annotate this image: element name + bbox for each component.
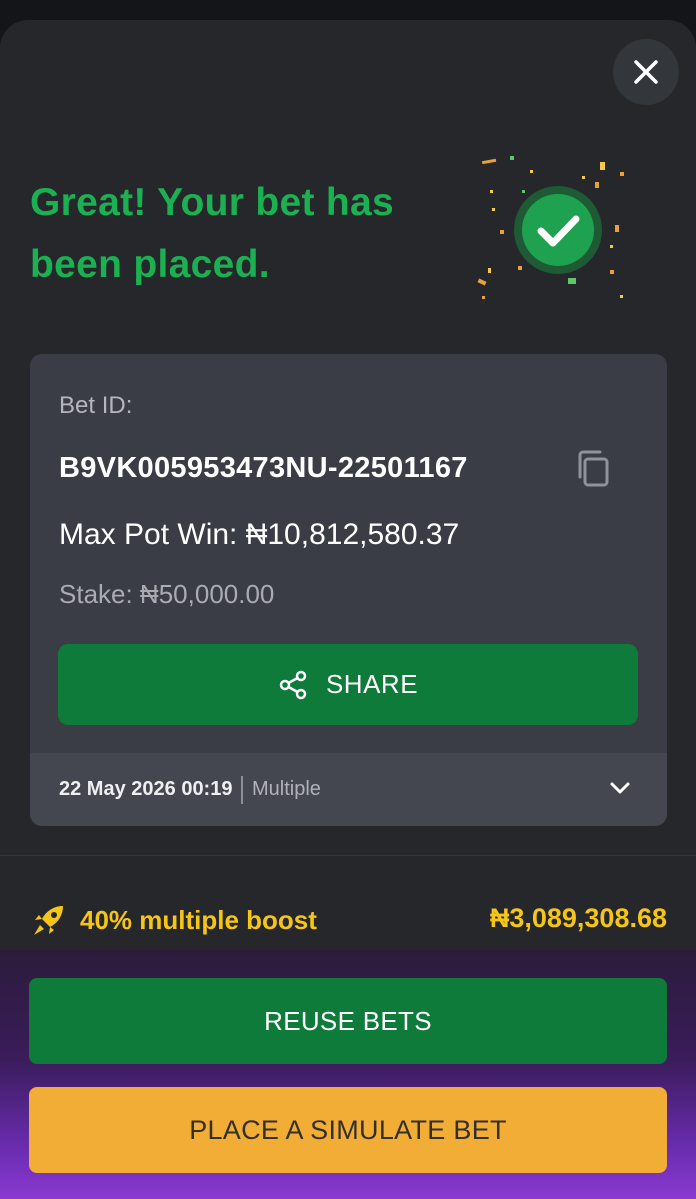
close-button[interactable] — [613, 39, 679, 105]
place-simulate-bet-button[interactable]: PLACE A SIMULATE BET — [29, 1087, 667, 1173]
share-label: SHARE — [325, 669, 419, 699]
stake-amount: Stake: ₦50,000.00 — [59, 579, 275, 609]
success-headline: Great! Your bet has been placed. — [30, 181, 395, 286]
share-button[interactable]: SHARE — [58, 644, 638, 725]
reuse-bets-label: REUSE BETS — [264, 1005, 432, 1036]
boost-label: 40% multiple boost — [80, 904, 317, 935]
boost-value: ₦3,089,308.68 — [489, 903, 667, 933]
rocket-icon — [34, 906, 63, 935]
chevron-down-icon[interactable] — [609, 777, 631, 799]
copy-icon[interactable] — [573, 447, 615, 489]
share-icon — [279, 670, 307, 699]
bet-id-value: B9VK005953473NU-22501167 — [59, 452, 468, 484]
place-simulate-bet-label: PLACE A SIMULATE BET — [189, 1114, 507, 1145]
meta-divider — [241, 775, 243, 804]
bet-meta-row[interactable]: 22 May 2026 00:19 Multiple — [30, 753, 667, 826]
max-pot-win: Max Pot Win: ₦10,812,580.37 — [59, 518, 460, 551]
reuse-bets-button[interactable]: REUSE BETS — [29, 978, 667, 1064]
bet-type: Multiple — [251, 778, 321, 800]
bet-id-label: Bet ID: — [59, 392, 133, 419]
check-badge-icon — [477, 156, 624, 299]
section-divider — [0, 855, 696, 856]
bet-date: 22 May 2026 00:19 — [59, 778, 233, 800]
close-icon — [634, 60, 658, 84]
multiple-boost-row: 40% multiple boost ₦3,089,308.68 — [30, 900, 667, 940]
bet-details-card: Bet ID: B9VK005953473NU-22501167 Max Pot… — [30, 354, 667, 826]
